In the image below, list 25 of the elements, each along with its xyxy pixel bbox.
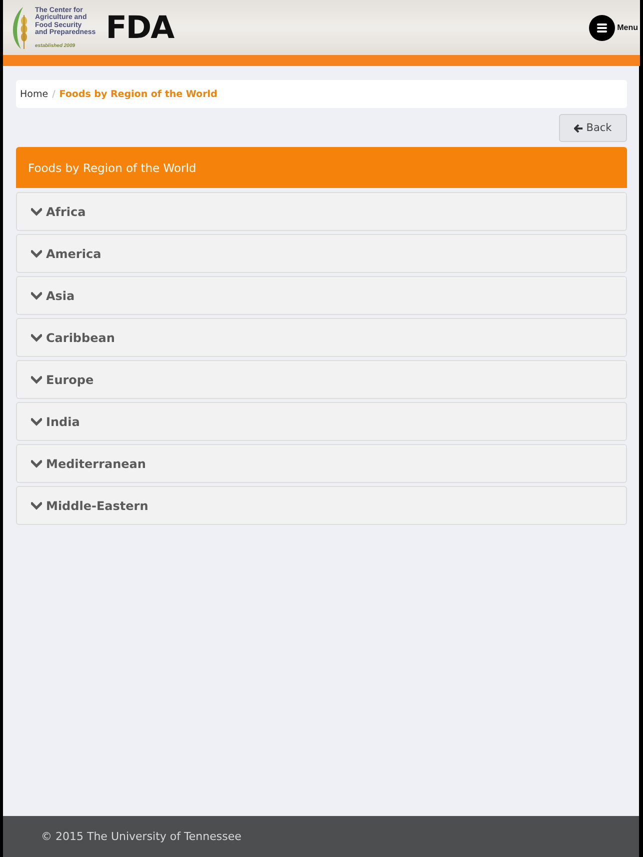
- chevron-down-icon: [31, 502, 42, 510]
- accordion-item[interactable]: Middle-Eastern: [16, 486, 627, 525]
- chevron-down-icon: [31, 460, 42, 468]
- breadcrumb-link[interactable]: Home: [20, 88, 48, 100]
- panel-title: Foods by Region of the World: [28, 160, 196, 174]
- accordion-item[interactable]: Africa: [16, 192, 627, 231]
- accordion-item[interactable]: America: [16, 234, 627, 273]
- accordion-item[interactable]: Mediterranean: [16, 444, 627, 483]
- arrow-left-icon: [574, 124, 584, 132]
- copyright-text: © 2015 The University of Tennessee: [41, 830, 242, 843]
- accordion-item[interactable]: Caribbean: [16, 318, 627, 357]
- accordion-item[interactable]: Europe: [16, 360, 627, 399]
- accordion-item[interactable]: India: [16, 402, 627, 441]
- chevron-down-icon: [31, 208, 42, 216]
- breadcrumb-separator: /: [52, 88, 56, 100]
- accordion-item[interactable]: Asia: [16, 276, 627, 315]
- menu-icon: [589, 14, 616, 40]
- back-button[interactable]: Back: [559, 114, 627, 142]
- chevron-down-icon: [31, 250, 42, 258]
- menu-button[interactable]: Menu: [589, 14, 638, 40]
- agency-logo: FDA: [104, 10, 176, 44]
- chevron-down-icon: [31, 376, 42, 384]
- chevron-down-icon: [31, 418, 42, 426]
- chevron-down-icon: [31, 292, 42, 300]
- chevron-down-icon: [31, 334, 42, 342]
